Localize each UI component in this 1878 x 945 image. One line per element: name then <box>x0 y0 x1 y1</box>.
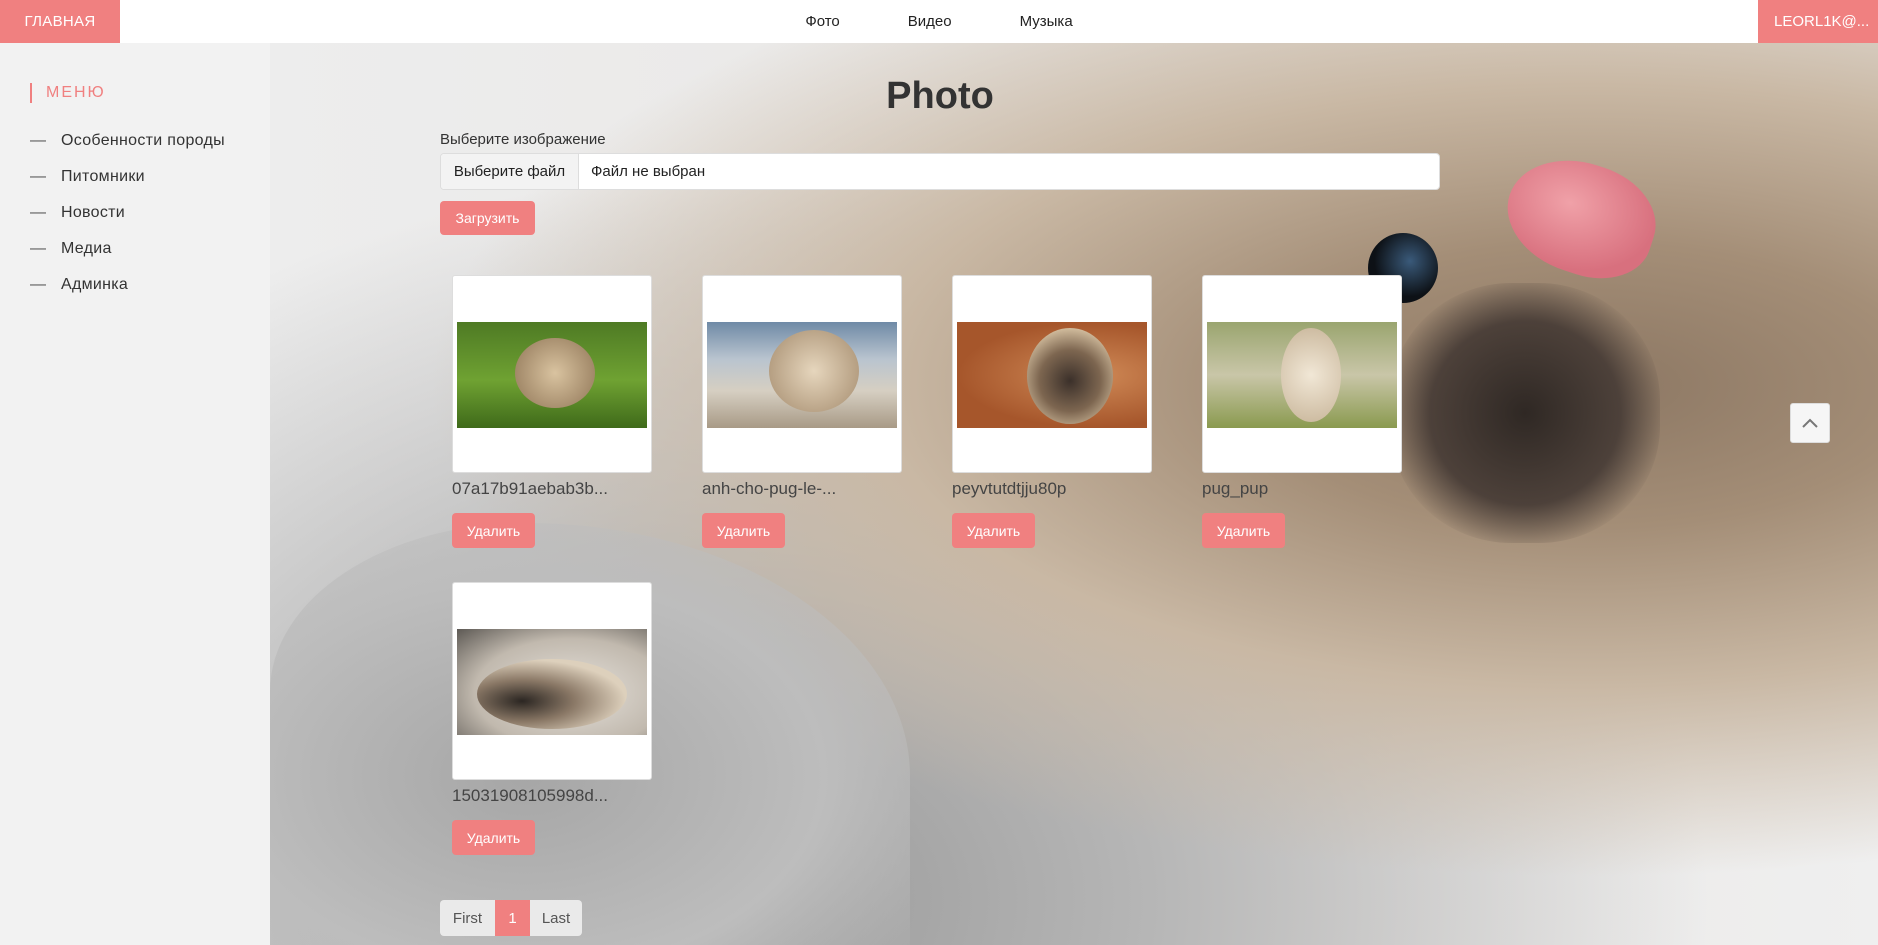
page-title: Photo <box>886 75 994 117</box>
pug-figure <box>1027 328 1113 424</box>
dash-icon: — <box>30 276 47 293</box>
main-nav: Фото Видео Музыка <box>0 0 1878 43</box>
pagination-current-page[interactable]: 1 <box>495 900 530 936</box>
dash-icon: — <box>30 240 47 257</box>
scroll-to-top-button[interactable] <box>1790 403 1830 443</box>
sidebar: МЕНЮ — Особенности породы — Питомники — Нов… <box>0 43 270 945</box>
photo-frame[interactable] <box>952 275 1152 473</box>
delete-button[interactable]: Удалить <box>1202 513 1285 548</box>
photo-name: peyvtutdtjju80p <box>952 479 1067 498</box>
photo-frame[interactable] <box>452 275 652 473</box>
photo-name: pug_pup <box>1202 479 1269 498</box>
photo-frame[interactable] <box>702 275 902 473</box>
dash-icon: — <box>30 132 47 149</box>
nav-photo-link[interactable]: Фото <box>771 0 873 43</box>
file-input-label: Выберите изображение <box>440 131 606 148</box>
photo-card: peyvtutdtjju80p Удалить <box>952 275 1152 548</box>
menu-item-news[interactable]: — Новости <box>30 195 225 231</box>
menu-item-label: Особенности породы <box>61 132 225 149</box>
photo-thumbnail <box>957 322 1147 428</box>
photo-card: pug_pup Удалить <box>1202 275 1402 548</box>
photo-frame[interactable] <box>452 582 652 780</box>
background-pug-snout <box>1390 283 1660 543</box>
photo-name: 15031908105998d... <box>452 786 608 805</box>
photo-thumbnail <box>457 629 647 735</box>
pug-figure <box>477 659 627 729</box>
pagination-first[interactable]: First <box>440 900 495 936</box>
delete-button[interactable]: Удалить <box>452 513 535 548</box>
file-status-text: Файл не выбран <box>591 163 706 180</box>
pug-figure <box>515 338 595 408</box>
file-input[interactable]: Выберите файл Файл не выбран <box>440 153 1440 190</box>
upload-button[interactable]: Загрузить <box>440 201 535 235</box>
photo-name: anh-cho-pug-le-... <box>702 479 837 498</box>
user-account-button[interactable]: LEORL1K@... <box>1758 0 1878 43</box>
menu-item-kennels[interactable]: — Питомники <box>30 159 225 195</box>
top-bar: ГЛАВНАЯ Фото Видео Музыка LEORL1K@... <box>0 0 1878 43</box>
choose-file-button[interactable]: Выберите файл <box>441 154 579 189</box>
background-pug-tongue <box>1492 142 1670 294</box>
menu-item-label: Медиа <box>61 240 112 257</box>
menu-item-label: Питомники <box>61 168 145 185</box>
nav-video-link[interactable]: Видео <box>874 0 986 43</box>
chevron-up-icon <box>1802 418 1818 428</box>
pagination-last[interactable]: Last <box>530 900 582 936</box>
photo-card: 15031908105998d... Удалить <box>452 582 652 855</box>
nav-music-link[interactable]: Музыка <box>986 0 1107 43</box>
menu-item-label: Новости <box>61 204 126 221</box>
menu-item-label: Админка <box>61 276 129 293</box>
menu-item-breed-features[interactable]: — Особенности породы <box>30 123 225 159</box>
home-button[interactable]: ГЛАВНАЯ <box>0 0 120 43</box>
photo-card: anh-cho-pug-le-... Удалить <box>702 275 902 548</box>
photo-thumbnail <box>457 322 647 428</box>
photo-name: 07a17b91aebab3b... <box>452 479 608 498</box>
dash-icon: — <box>30 204 47 221</box>
menu-item-media[interactable]: — Медиа <box>30 231 225 267</box>
photo-frame[interactable] <box>1202 275 1402 473</box>
delete-button[interactable]: Удалить <box>952 513 1035 548</box>
menu-list: — Особенности породы — Питомники — Новости … <box>30 123 225 303</box>
menu-title: МЕНЮ <box>30 83 106 103</box>
menu-item-admin[interactable]: — Админка <box>30 267 225 303</box>
main-content: Photo Выберите изображение Выберите файл… <box>270 43 1878 945</box>
pagination: First 1 Last <box>440 900 582 936</box>
delete-button[interactable]: Удалить <box>702 513 785 548</box>
photo-thumbnail <box>1207 322 1397 428</box>
photo-thumbnail <box>707 322 897 428</box>
photo-card: 07a17b91aebab3b... Удалить <box>452 275 652 548</box>
pug-figure <box>769 330 859 412</box>
pug-figure <box>1281 328 1341 422</box>
delete-button[interactable]: Удалить <box>452 820 535 855</box>
dash-icon: — <box>30 168 47 185</box>
